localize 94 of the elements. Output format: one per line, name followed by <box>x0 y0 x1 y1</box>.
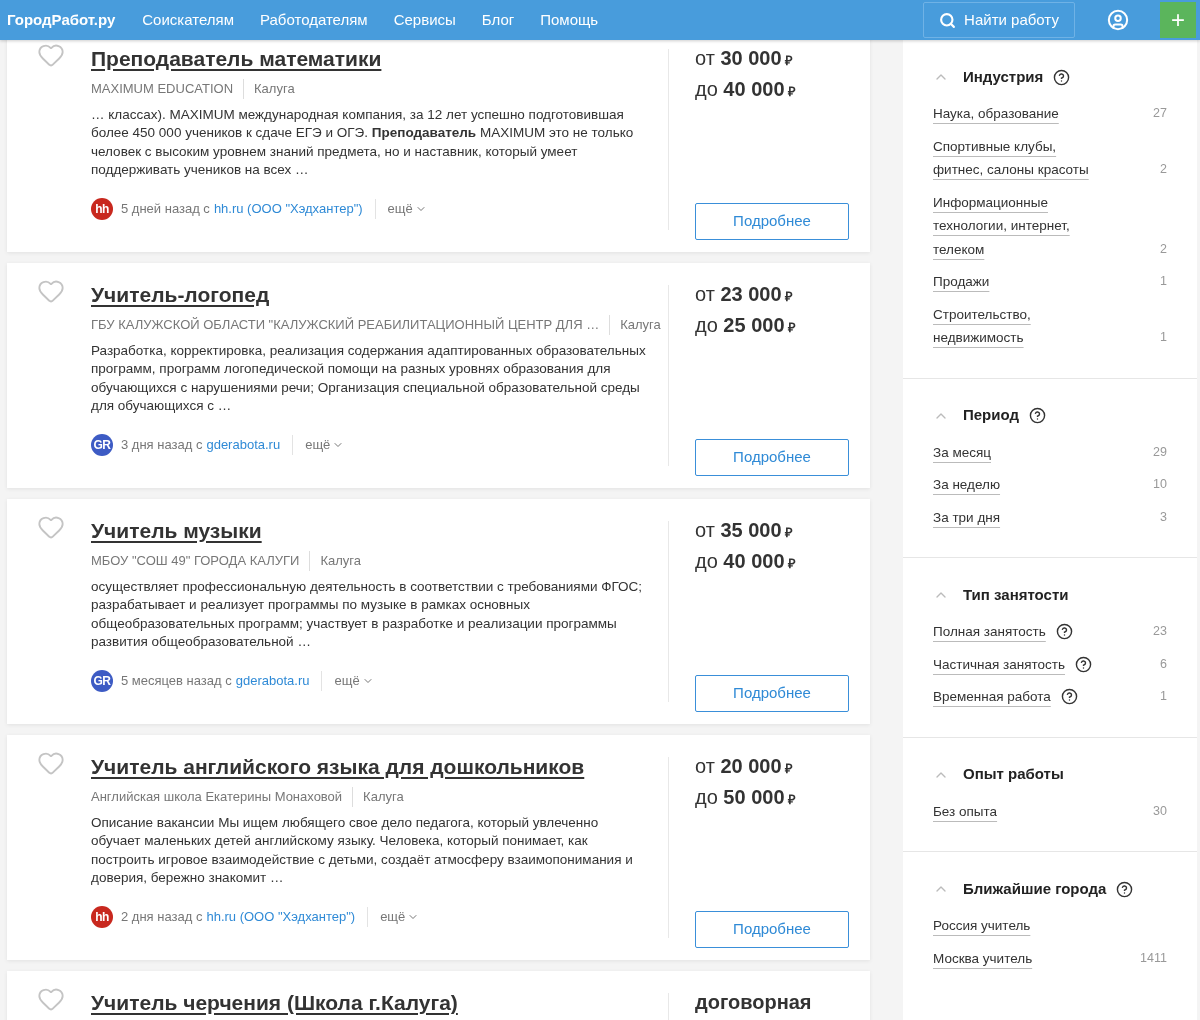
nav-link[interactable]: Работодателям <box>247 8 381 32</box>
company-name: Английская школа Екатерины Монаховой <box>91 787 354 807</box>
city: Калуга <box>362 788 404 806</box>
vacancy-title[interactable]: Учитель английского языка для дошкольников <box>91 753 661 781</box>
city: Калуга <box>253 80 295 98</box>
filter-count: 1 <box>1160 688 1167 705</box>
company-name: МБОУ "СОШ 49" ГОРОДА КАЛУГИ <box>91 551 311 571</box>
filter-count: 2 <box>1160 240 1167 258</box>
filter-title: Опыт работы <box>963 764 1064 785</box>
source-link[interactable]: hh.ru (ООО "Хэдхантер") <box>213 199 376 219</box>
site-logo[interactable]: ГородРабот.ру <box>7 8 116 32</box>
details-button[interactable]: Подробнее <box>695 911 849 948</box>
filter-count: 27 <box>1153 105 1167 122</box>
vacancy-title[interactable]: Учитель черчения (Школа г.Калуга) <box>91 989 661 1017</box>
source-logo: hh <box>91 906 113 928</box>
details-button[interactable]: Подробнее <box>695 675 849 712</box>
salary: до 25 000 ₽ <box>695 313 798 338</box>
filter-option[interactable]: Временная работа <box>933 685 1051 709</box>
posted-time: 3 дня назад с <box>121 436 203 455</box>
salary: до 40 000 ₽ <box>695 77 798 102</box>
source-logo: GR <box>91 670 113 692</box>
filter-option[interactable]: Москва учитель <box>933 946 1033 970</box>
salary: от 20 000 ₽ <box>695 754 795 779</box>
city: Калуга <box>319 552 361 570</box>
filter-option[interactable]: Продажи <box>933 270 990 294</box>
filter-title: Индустрия <box>963 66 1044 87</box>
filter-title: Тип занятости <box>963 584 1069 605</box>
filter-option[interactable]: Наука, образование <box>933 102 1059 126</box>
salary: до 50 000 ₽ <box>695 785 798 810</box>
filter-option[interactable]: Полная занятость <box>933 620 1046 644</box>
vacancy-description: Разработка, корректировка, реализация содержания адаптированных образовательных программ, программ логопедической помощи на разных уровнях образования для обучающихся с нарушениями речи; Организация специальной образовательной среды для обучающихся с … <box>91 341 647 415</box>
nav-link[interactable]: Блог <box>468 8 528 32</box>
company-name: MAXIMUM EDUCATION <box>91 79 245 99</box>
posted-time: 5 дней назад с <box>121 200 210 219</box>
filter-count: 10 <box>1153 476 1167 493</box>
help-icon[interactable] <box>1075 655 1092 673</box>
user-icon[interactable] <box>1107 9 1129 31</box>
source-link[interactable]: gderabota.ru <box>235 671 323 691</box>
vacancy-title[interactable]: Преподаватель математики <box>91 45 661 73</box>
details-button[interactable]: Подробнее <box>695 203 849 240</box>
more-toggle[interactable]: ещё <box>380 907 420 927</box>
filter-option[interactable]: Информационные технологии, интернет, телеком <box>933 190 1103 261</box>
nav-link[interactable]: Сервисы <box>380 8 469 32</box>
more-toggle[interactable]: ещё <box>305 435 345 455</box>
salary: договорная <box>695 990 813 1015</box>
help-icon[interactable] <box>1116 880 1134 898</box>
posted-time: 5 месяцев назад с <box>121 672 232 691</box>
vacancy-title[interactable]: Учитель музыки <box>91 517 661 545</box>
nav-link[interactable]: Соискателям <box>129 8 247 32</box>
source-link[interactable]: gderabota.ru <box>206 435 294 455</box>
more-toggle[interactable]: ещё <box>387 199 427 219</box>
posted-time: 2 дня назад с <box>121 908 203 927</box>
search-icon <box>939 11 957 29</box>
filter-count: 1 <box>1160 329 1167 346</box>
vacancy-description: … классах). MAXIMUM международная компания, за 12 лет успешно подготовившая более 450 000 учеников к сдаче ЕГЭ и ОГЭ. Преподаватель MAXIMUM это не только человек с высоким уровнем знаний предмета, но и наставник, который умеет поддерживать учеников на всех … <box>91 105 635 179</box>
filter-count: 29 <box>1153 443 1167 461</box>
help-icon[interactable] <box>1053 68 1071 86</box>
filter-count: 2 <box>1160 161 1167 178</box>
salary: от 35 000 ₽ <box>695 518 795 543</box>
help-icon[interactable] <box>1029 407 1046 424</box>
filter-count: 6 <box>1160 655 1167 673</box>
salary: от 23 000 ₽ <box>695 282 795 307</box>
help-icon[interactable] <box>1055 623 1073 641</box>
details-button[interactable]: Подробнее <box>695 439 849 476</box>
filter-option[interactable]: Россия учитель <box>933 914 1031 938</box>
filter-option[interactable]: Частичная занятость <box>933 652 1065 676</box>
filter-count: 1 <box>1160 273 1167 290</box>
vacancy-description: осуществляет профессиональную деятельность в соответствии с требованиями ФГОС; разрабатывает и реализует программы по музыке в рамках основных общеобразовательных программ; участвует в разработке и реализации программы развития общеобразовательной … <box>91 577 644 651</box>
salary: от 30 000 ₽ <box>695 46 795 71</box>
source-logo: hh <box>91 198 113 220</box>
filter-option[interactable]: Строительство, недвижимость <box>933 302 1103 350</box>
filter-count: 1411 <box>1140 949 1167 967</box>
company-name: ГБУ КАЛУЖСКОЙ ОБЛАСТИ "КАЛУЖСКИЙ РЕАБИЛИТАЦИОННЫЙ ЦЕНТР ДЛЯ … <box>91 315 611 335</box>
add-button[interactable]: + <box>1160 2 1196 38</box>
filter-count: 23 <box>1153 623 1167 640</box>
vacancy-title[interactable]: Учитель-логопед <box>91 281 661 309</box>
filter-option[interactable]: Спортивные клубы, фитнес, салоны красоты <box>933 134 1103 182</box>
filter-option[interactable]: Без опыта <box>933 799 998 823</box>
source-logo: GR <box>91 434 113 456</box>
filter-option[interactable]: За три дня <box>933 505 1001 529</box>
filter-title: Ближайшие города <box>963 878 1107 899</box>
more-toggle[interactable]: ещё <box>334 671 374 691</box>
filter-count: 3 <box>1160 508 1167 526</box>
nav-link[interactable]: Помощь <box>527 8 612 32</box>
find-job-button[interactable]: Найти работу <box>923 2 1075 38</box>
source-link[interactable]: hh.ru (ООО "Хэдхантер") <box>206 907 369 927</box>
filter-option[interactable]: За месяц <box>933 440 991 464</box>
filter-option[interactable]: За неделю <box>933 473 1001 497</box>
city: Калуга <box>619 316 661 334</box>
filter-count: 30 <box>1153 802 1167 820</box>
salary: до 40 000 ₽ <box>695 549 798 574</box>
filter-title: Период <box>963 405 1019 426</box>
vacancy-description: Описание вакансии Мы ищем любящего свое дело педагога, который увлеченно обучает маленьких детей английскому языку. Человека, который понимает, как построить игровое взаимодействие с детьми, создаёт атмосферу взаимопонимания и доверия, бережно знакомит … <box>91 813 634 887</box>
help-icon[interactable] <box>1060 688 1078 706</box>
